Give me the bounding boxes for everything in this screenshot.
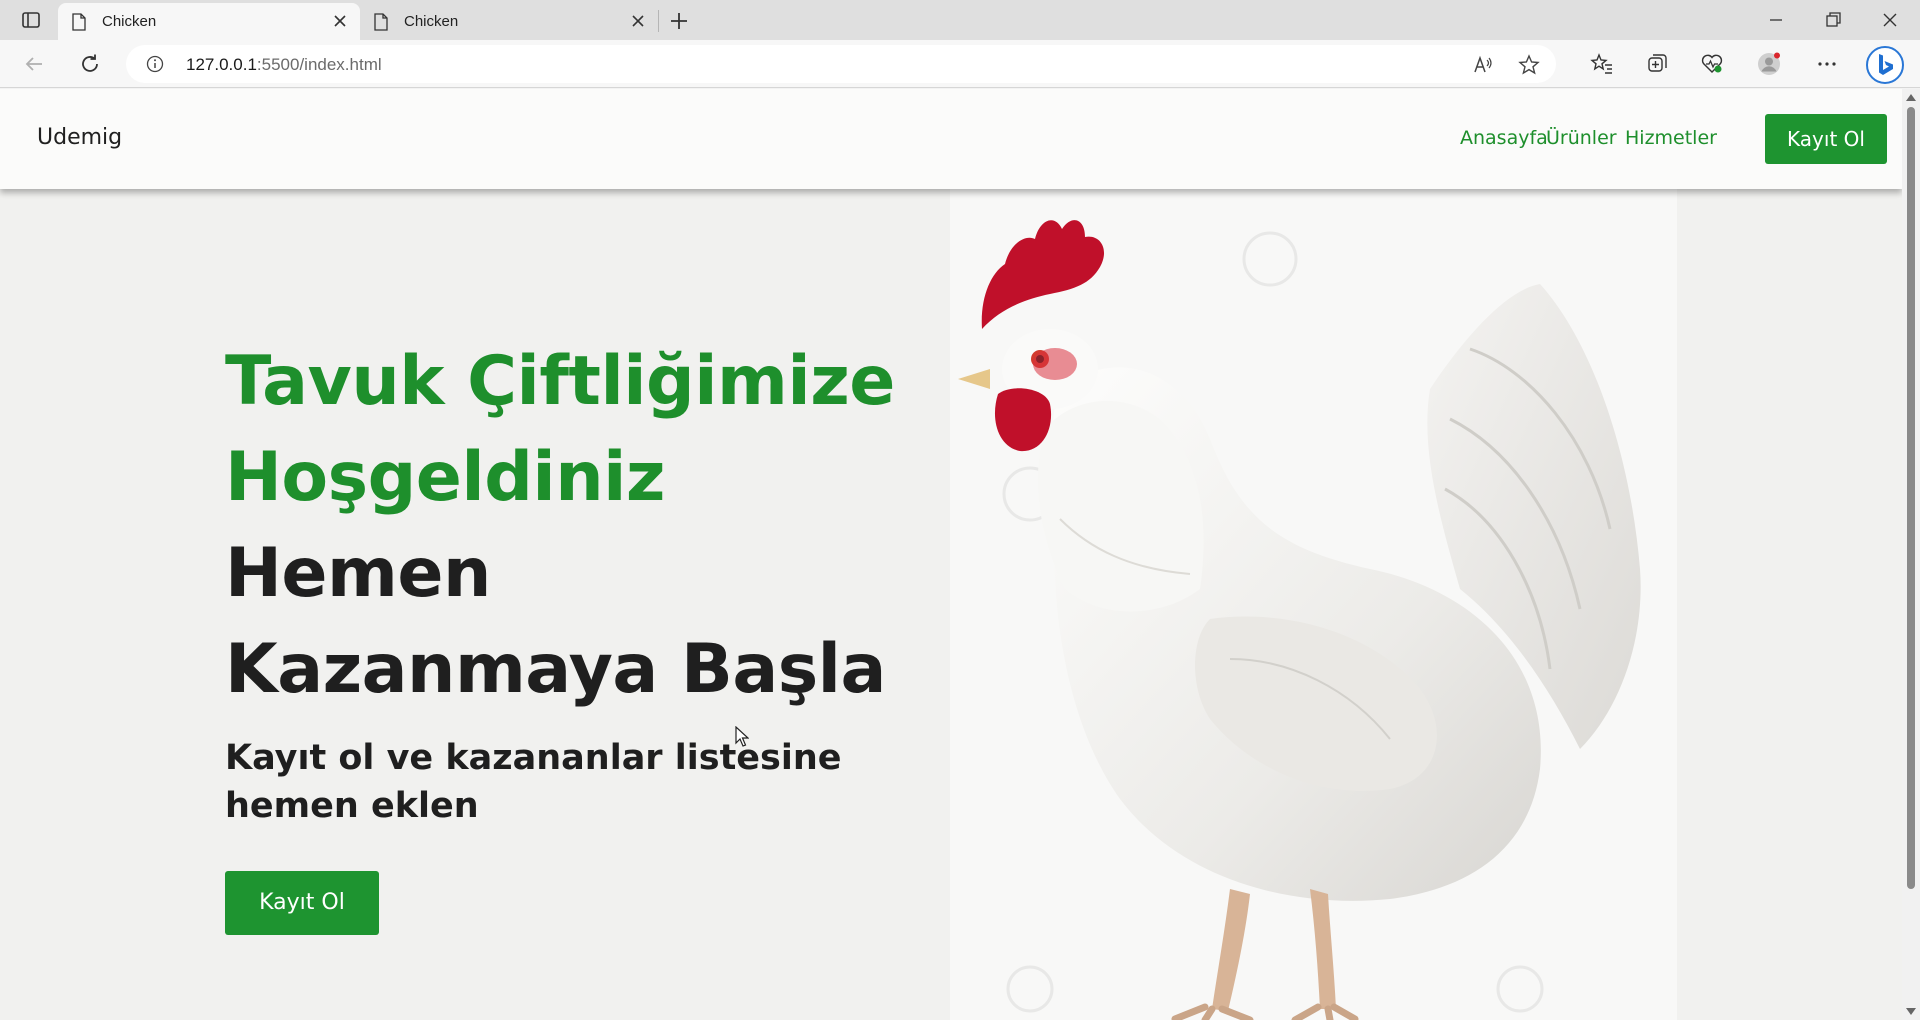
scroll-up-icon[interactable] <box>1906 93 1916 101</box>
url-host: 127.0.0.1 <box>186 55 257 74</box>
url-text: 127.0.0.1:5500/index.html <box>186 55 382 75</box>
favorites-icon[interactable] <box>1590 52 1614 76</box>
rooster-illustration <box>958 220 1641 1020</box>
address-bar: 127.0.0.1:5500/index.html <box>0 40 1920 88</box>
restore-icon[interactable] <box>1821 8 1845 32</box>
rooster-image <box>950 189 1677 1020</box>
minimize-icon[interactable] <box>1764 8 1788 32</box>
page-viewport: Udemig Anasayfa Ürünler Hizmetler Kayıt … <box>0 89 1902 1020</box>
more-options-icon[interactable] <box>1815 52 1839 76</box>
browser-tab[interactable]: Chicken <box>58 3 360 40</box>
tab-actions-icon[interactable] <box>20 9 42 31</box>
info-icon[interactable] <box>146 55 164 73</box>
close-icon[interactable] <box>332 13 348 29</box>
hero-subtitle: Kayıt ol ve kazananlar listesine hemen e… <box>225 738 842 826</box>
hero-title-line: Kazanmaya Başla <box>225 630 886 709</box>
url-path: :5500/index.html <box>256 55 382 74</box>
read-aloud-icon[interactable] <box>1472 54 1494 76</box>
browser-essentials-icon[interactable] <box>1700 52 1724 76</box>
hero-heading: Tavuk Çiftliğimize Hoşgeldiniz Hemen Kaz… <box>225 334 955 718</box>
hero-register-button[interactable]: Kayıt Ol <box>225 871 379 935</box>
page-icon <box>72 13 86 31</box>
collections-icon[interactable] <box>1645 52 1669 76</box>
browser-tab-bar: Chicken Chicken <box>0 0 1920 40</box>
tab-title: Chicken <box>404 13 459 30</box>
header-register-button[interactable]: Kayıt Ol <box>1765 114 1887 164</box>
page-scrollbar[interactable] <box>1902 89 1920 1020</box>
hero-title-line: Hemen <box>225 534 491 613</box>
close-window-icon[interactable] <box>1878 8 1902 32</box>
browser-tab[interactable]: Chicken <box>360 3 658 40</box>
nav-link-hizmetler[interactable]: Hizmetler <box>1625 127 1717 149</box>
refresh-icon[interactable] <box>78 52 102 76</box>
page-icon <box>374 13 388 31</box>
hero-title-line: Tavuk Çiftliğimize <box>225 342 895 421</box>
url-field[interactable]: 127.0.0.1:5500/index.html <box>126 45 1556 83</box>
bing-copilot-icon[interactable] <box>1866 46 1904 84</box>
tab-title: Chicken <box>102 13 157 30</box>
nav-link-anasayfa[interactable]: Anasayfa <box>1460 127 1548 149</box>
mouse-cursor-icon <box>735 726 749 747</box>
profile-avatar-icon[interactable] <box>1757 52 1781 76</box>
favorite-star-icon[interactable] <box>1518 54 1540 76</box>
site-logo[interactable]: Udemig <box>37 125 122 150</box>
new-tab-icon[interactable] <box>668 10 690 32</box>
tab-divider <box>658 10 659 32</box>
hero-title-line: Hoşgeldiniz <box>225 438 666 517</box>
scroll-thumb[interactable] <box>1907 107 1915 889</box>
site-header: Udemig Anasayfa Ürünler Hizmetler Kayıt … <box>0 89 1902 189</box>
scroll-down-icon[interactable] <box>1906 1008 1916 1016</box>
close-icon[interactable] <box>630 13 646 29</box>
nav-link-urunler[interactable]: Ürünler <box>1546 127 1617 149</box>
back-icon[interactable] <box>22 52 46 76</box>
